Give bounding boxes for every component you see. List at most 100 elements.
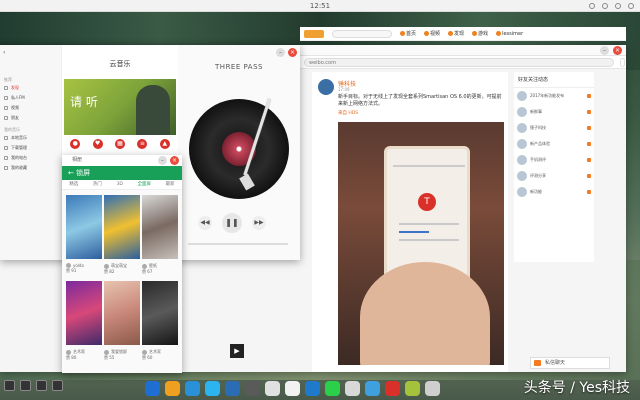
avatar xyxy=(517,187,527,197)
author-avatar[interactable] xyxy=(318,79,334,95)
nav-home[interactable]: 首页 xyxy=(400,30,416,37)
photos-app-icon[interactable] xyxy=(365,380,380,396)
tab-fullscreen[interactable]: 全面屏 xyxy=(138,180,152,189)
browser-search-input[interactable] xyxy=(620,57,625,67)
notes-app-icon[interactable] xyxy=(285,380,300,396)
music-sidebar: ‹ 推荐 发现 私人FM 视频 朋友 我的音乐 本地音乐 下载管理 我的电台 我… xyxy=(0,45,62,260)
back-icon[interactable]: ← xyxy=(68,169,76,177)
launcher-icon[interactable] xyxy=(4,380,15,391)
tab-newest[interactable]: 最新 xyxy=(166,180,175,189)
fm-icon[interactable]: ● xyxy=(70,139,81,149)
nav-user[interactable]: lessimer xyxy=(496,31,523,37)
add-icon[interactable] xyxy=(587,190,591,194)
wallpaper-tile[interactable] xyxy=(66,195,102,259)
chat-icon xyxy=(534,360,541,366)
wechat-app-icon[interactable] xyxy=(325,380,340,396)
wallpaper-tile[interactable] xyxy=(142,195,178,259)
sidebar-item-fm[interactable]: 私人FM xyxy=(4,95,25,101)
list-item[interactable]: 新产品体验 xyxy=(514,136,594,152)
back-icon[interactable]: ‹ xyxy=(3,49,5,56)
tab-featured[interactable]: 精选 xyxy=(69,180,78,189)
settings-app-icon[interactable] xyxy=(305,380,320,396)
sidebar-item-local[interactable]: 本地音乐 xyxy=(4,135,27,141)
terminal-app-icon[interactable] xyxy=(245,380,260,396)
previous-button[interactable]: ◀◀ xyxy=(198,216,212,230)
sound-icon[interactable] xyxy=(589,2,595,9)
post-photo[interactable]: T xyxy=(338,122,504,365)
nav-discover[interactable]: 发现 xyxy=(448,30,464,37)
chart-icon[interactable]: ▲ xyxy=(159,139,170,149)
sidebar-item-collection[interactable]: 我的收藏 xyxy=(4,165,27,171)
files-app-icon[interactable] xyxy=(165,380,180,396)
playlist-icon[interactable]: ≡ xyxy=(137,139,148,149)
battery-icon[interactable] xyxy=(615,2,621,9)
nav-video[interactable]: 视频 xyxy=(424,30,440,37)
list-item[interactable]: 新鲜事 xyxy=(514,104,594,120)
close-button[interactable]: × xyxy=(613,46,622,55)
minimize-button[interactable]: – xyxy=(276,48,285,57)
sidebar-item-video[interactable]: 视频 xyxy=(4,105,19,111)
app-dock xyxy=(145,378,500,398)
calendar-icon[interactable]: ▦ xyxy=(114,139,125,149)
weibo-nav: 首页 视频 发现 游戏 lessimer xyxy=(300,27,626,41)
editor-app-icon[interactable] xyxy=(265,380,280,396)
nav-games[interactable]: 游戏 xyxy=(472,30,488,37)
sidebar-item-downloads[interactable]: 下载管理 xyxy=(4,145,27,151)
trash-icon[interactable] xyxy=(425,380,440,396)
add-icon[interactable] xyxy=(587,126,591,130)
power-icon[interactable] xyxy=(628,2,634,9)
files-icon[interactable] xyxy=(52,380,63,391)
browser-app-icon[interactable] xyxy=(205,380,220,396)
pause-button[interactable]: ❚❚ xyxy=(222,213,242,233)
add-icon[interactable] xyxy=(587,110,591,114)
compass-app-icon[interactable] xyxy=(345,380,360,396)
list-item[interactable]: 评测分享 xyxy=(514,168,594,184)
minimize-button[interactable]: – xyxy=(158,156,167,165)
home-icon xyxy=(400,31,405,36)
wallpaper-grid: yoldo 赞 91 萌宝萌宝赞 82 壁纸赞 67 艺术家赞 80 我爱锁屏赞 … xyxy=(66,195,178,365)
mail-app-icon[interactable] xyxy=(225,380,240,396)
add-icon[interactable] xyxy=(587,158,591,162)
desktop-icon[interactable] xyxy=(36,380,47,391)
music-app-icon[interactable] xyxy=(385,380,400,396)
launcher-app-icon[interactable] xyxy=(145,380,160,396)
wallpaper-tile[interactable] xyxy=(104,281,140,345)
android-app-icon[interactable] xyxy=(405,380,420,396)
weibo-logo[interactable] xyxy=(304,29,324,38)
feed-card: 锤科技 17:09 新手目标。对于无线上了发现全套系列Smartisan OS … xyxy=(312,72,508,372)
add-icon[interactable] xyxy=(587,174,591,178)
wallpaper-tile[interactable] xyxy=(104,195,140,259)
friends-panel: 好友关注动态 2017年新功能发布 新鲜事 锤子科技 新产品体验 手机测评 评测… xyxy=(514,72,594,262)
wallpaper-tile[interactable] xyxy=(142,281,178,345)
address-bar[interactable]: weibo.com xyxy=(304,57,614,67)
gallery-window: 相册 – × ← 锁屏 精选 热门 3D 全面屏 最新 yoldo 赞 91 萌宝… xyxy=(62,155,182,373)
panel-title: 好友关注动态 xyxy=(514,72,594,88)
window-switch-icon[interactable] xyxy=(20,380,31,391)
status-bar: 12:51 xyxy=(0,0,640,12)
sidebar-item-radio[interactable]: 我的电台 xyxy=(4,155,27,161)
list-item[interactable]: 2017年新功能发布 xyxy=(514,88,594,104)
list-item[interactable]: 新功能 xyxy=(514,184,594,200)
list-item[interactable]: 锤子科技 xyxy=(514,120,594,136)
add-icon[interactable] xyxy=(587,94,591,98)
chat-bar[interactable]: 私信聊天 xyxy=(530,357,610,369)
tile-meta: 壁纸赞 67 xyxy=(142,263,157,274)
close-button[interactable]: × xyxy=(288,48,297,57)
play-icon[interactable]: ▶ xyxy=(230,344,244,358)
minimize-button[interactable]: – xyxy=(600,46,609,55)
sidebar-item-friends[interactable]: 朋友 xyxy=(4,115,19,121)
add-icon[interactable] xyxy=(587,142,591,146)
music-banner[interactable]: 请 听 xyxy=(64,79,176,135)
wallpaper-tile[interactable] xyxy=(66,281,102,345)
tab-3d[interactable]: 3D xyxy=(117,180,123,189)
close-button[interactable]: × xyxy=(170,156,179,165)
sidebar-item-discover[interactable]: 发现 xyxy=(4,85,19,91)
heart-icon[interactable]: ♥ xyxy=(92,139,103,149)
network-icon[interactable] xyxy=(602,2,608,9)
weibo-search-input[interactable] xyxy=(332,29,392,38)
tab-popular[interactable]: 热门 xyxy=(93,180,102,189)
progress-bar[interactable] xyxy=(188,243,288,245)
next-button[interactable]: ▶▶ xyxy=(252,216,266,230)
finder-app-icon[interactable] xyxy=(185,380,200,396)
list-item[interactable]: 手机测评 xyxy=(514,152,594,168)
